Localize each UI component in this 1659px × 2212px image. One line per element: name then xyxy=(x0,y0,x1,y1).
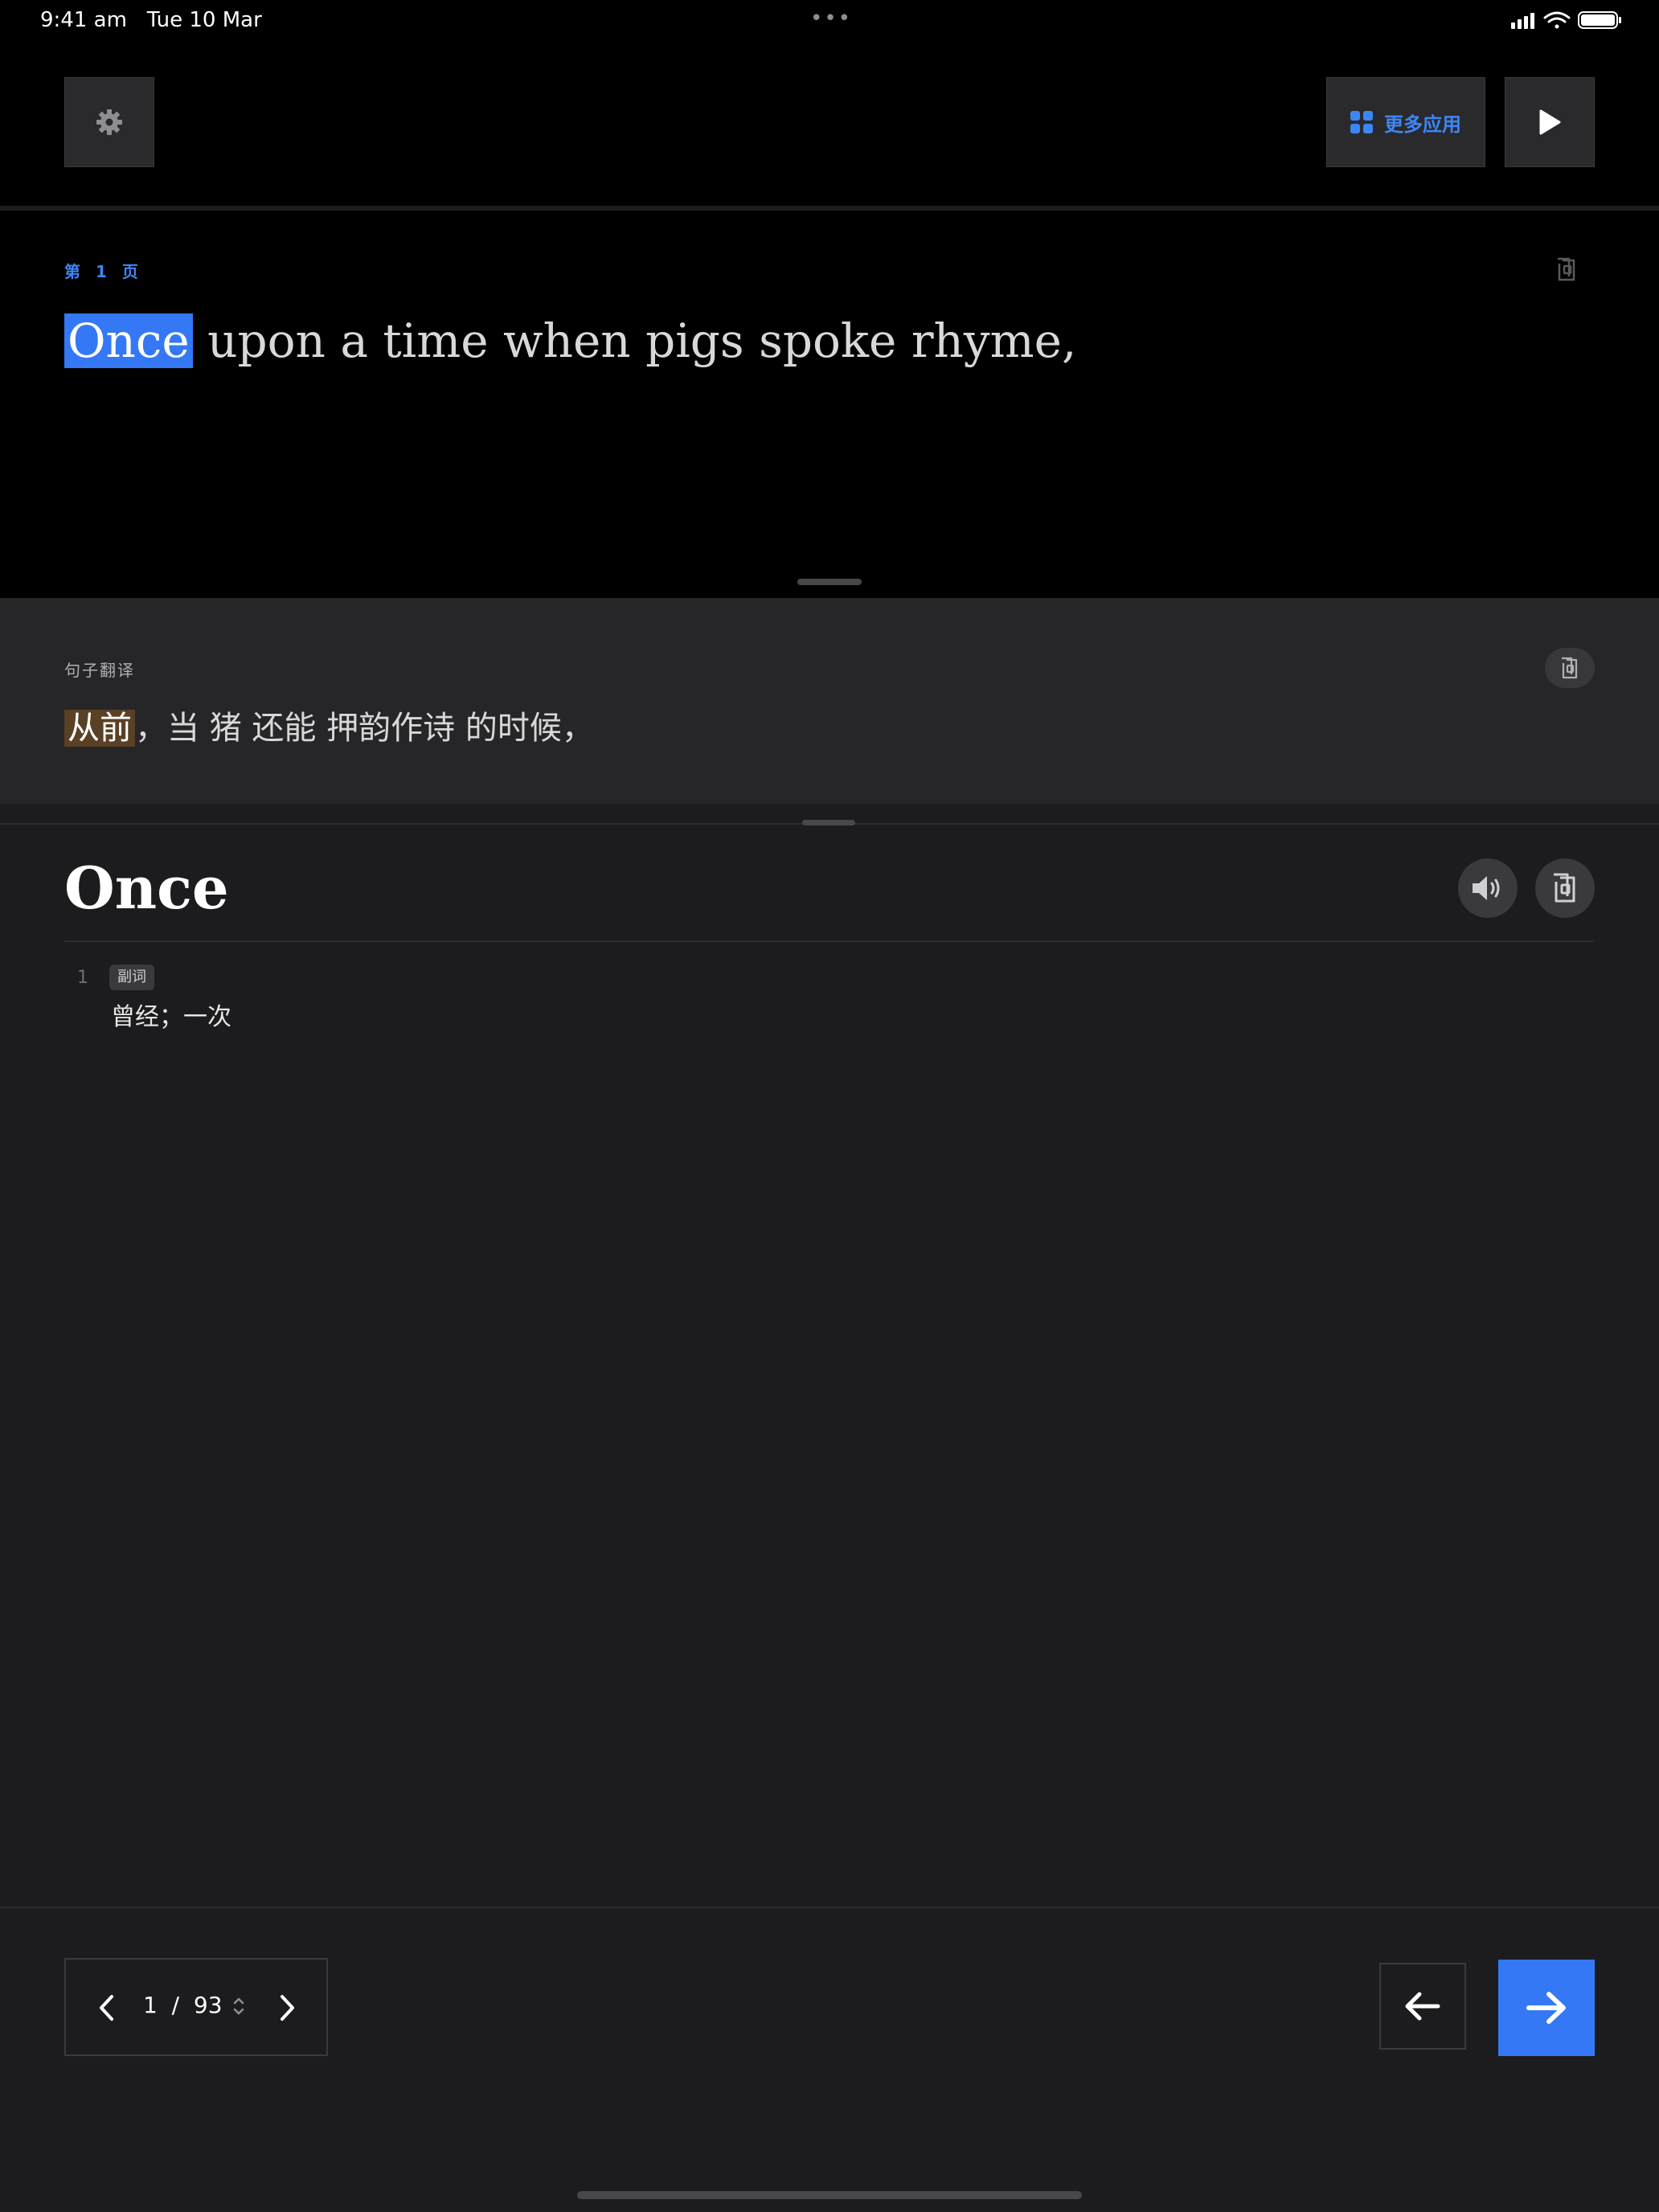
multitasking-dots[interactable]: ••• xyxy=(810,6,852,31)
previous-page-button[interactable] xyxy=(90,1990,122,2026)
translation-label: 句子翻译 xyxy=(64,661,135,680)
total-pages: 93 xyxy=(193,1992,223,2018)
translation-panel xyxy=(0,598,1659,804)
page-indicator[interactable]: 1 / 93 xyxy=(143,1992,223,2018)
copy-icon xyxy=(1554,873,1575,903)
wifi-icon xyxy=(1543,11,1571,29)
arrow-right-icon xyxy=(1526,1992,1566,2024)
copy-translation-button[interactable] xyxy=(1545,648,1595,688)
definition-text: 曾经；一次 xyxy=(111,1003,231,1031)
current-page: 1 xyxy=(143,1992,158,2018)
settings-button[interactable] xyxy=(64,77,154,167)
arrow-left-icon xyxy=(1405,1992,1440,2021)
pronounce-button[interactable] xyxy=(1458,858,1518,918)
page-label: 第 1 页 xyxy=(64,262,143,281)
previous-sentence-button[interactable] xyxy=(1379,1963,1466,2050)
copy-word-button[interactable] xyxy=(1535,858,1595,918)
sentence-text: Once upon a time when pigs spoke rhyme, xyxy=(64,309,1076,373)
copy-icon[interactable] xyxy=(1555,256,1579,283)
gear-icon xyxy=(96,109,122,135)
translation-rest: ，当 猪 还能 押韵作诗 的时候， xyxy=(135,710,594,747)
translation-highlight: 从前 xyxy=(64,710,135,747)
play-button[interactable] xyxy=(1505,77,1595,167)
speaker-icon xyxy=(1473,876,1500,900)
page-navigator: 1 / 93 xyxy=(64,1958,328,2056)
translation-text: 从前 ，当 猪 还能 押韵作诗 的时候， xyxy=(64,704,594,752)
status-time: 9:41 am Tue 10 Mar xyxy=(40,8,262,32)
headword: Once xyxy=(64,854,229,922)
dictionary-divider xyxy=(64,940,1595,942)
sentence-rest[interactable]: upon a time when pigs spoke rhyme, xyxy=(193,313,1076,368)
bottom-divider xyxy=(0,1907,1659,1908)
signal-icon xyxy=(1511,13,1534,29)
more-apps-label: 更多应用 xyxy=(1384,113,1461,136)
chevron-updown-icon[interactable] xyxy=(231,1995,246,2017)
part-of-speech-tag: 副词 xyxy=(109,965,154,990)
status-icons xyxy=(1511,11,1621,29)
more-apps-button[interactable]: 更多应用 xyxy=(1326,77,1485,167)
grid-icon xyxy=(1350,111,1373,133)
copy-icon xyxy=(1562,657,1578,679)
battery-icon xyxy=(1578,11,1621,29)
next-page-button[interactable] xyxy=(272,1990,304,2026)
panel-resize-handle[interactable] xyxy=(802,820,855,825)
panel-resize-handle[interactable] xyxy=(797,579,862,585)
next-sentence-button[interactable] xyxy=(1498,1960,1595,2056)
selected-word[interactable]: Once xyxy=(64,313,193,368)
definition-number: 1 xyxy=(77,968,88,988)
toolbar-divider xyxy=(0,206,1659,211)
chevron-left-icon xyxy=(100,1995,113,2021)
play-icon xyxy=(1539,109,1561,135)
chevron-right-icon xyxy=(281,1995,294,2021)
home-indicator[interactable] xyxy=(577,2191,1082,2199)
